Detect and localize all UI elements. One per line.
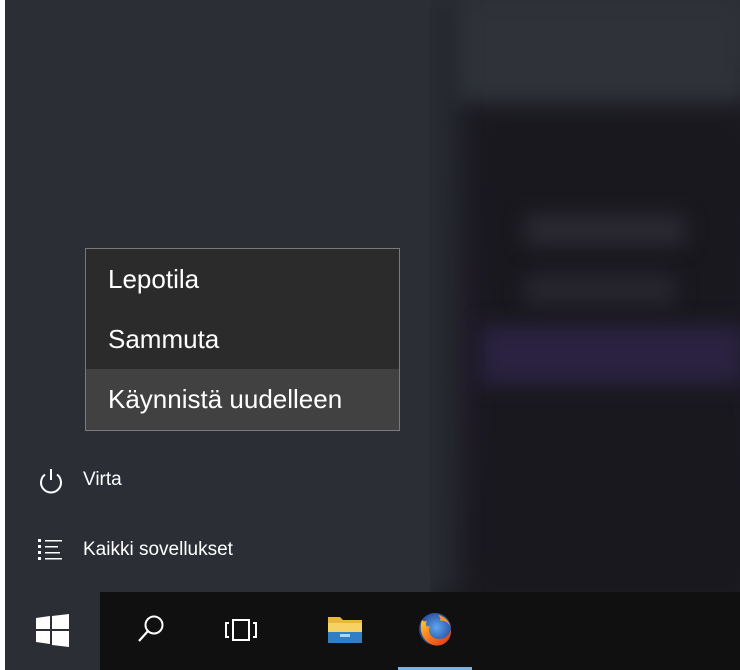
start-menu-edge <box>410 0 450 592</box>
firefox-button[interactable] <box>390 592 480 670</box>
power-icon <box>35 465 67 497</box>
blurred-window-region <box>525 215 685 245</box>
power-option-restart[interactable]: Käynnistä uudelleen <box>86 369 399 430</box>
search-icon <box>135 613 167 645</box>
task-view-button[interactable] <box>195 592 285 670</box>
power-label: Virta <box>83 469 122 490</box>
file-explorer-button[interactable] <box>300 592 390 670</box>
all-apps-label: Kaikki sovellukset <box>83 539 233 560</box>
blurred-window-region <box>435 0 740 100</box>
power-options-flyout: Lepotila Sammuta Käynnistä uudelleen <box>85 248 400 431</box>
blurred-window-region <box>480 325 740 385</box>
search-button[interactable] <box>105 592 195 670</box>
power-option-sleep[interactable]: Lepotila <box>86 249 399 309</box>
blurred-window-region <box>525 275 675 305</box>
windows-logo-icon <box>36 614 69 647</box>
task-view-icon <box>224 615 258 645</box>
taskbar <box>5 592 740 670</box>
screen: Lepotila Sammuta Käynnistä uudelleen Vir… <box>5 0 740 670</box>
power-option-shutdown[interactable]: Sammuta <box>86 309 399 369</box>
folder-icon <box>327 612 363 646</box>
start-button[interactable] <box>5 592 100 670</box>
all-apps-button[interactable]: Kaikki sovellukset <box>5 527 430 573</box>
power-button[interactable]: Virta <box>5 457 430 503</box>
firefox-icon <box>416 610 454 648</box>
list-icon <box>35 535 67 567</box>
